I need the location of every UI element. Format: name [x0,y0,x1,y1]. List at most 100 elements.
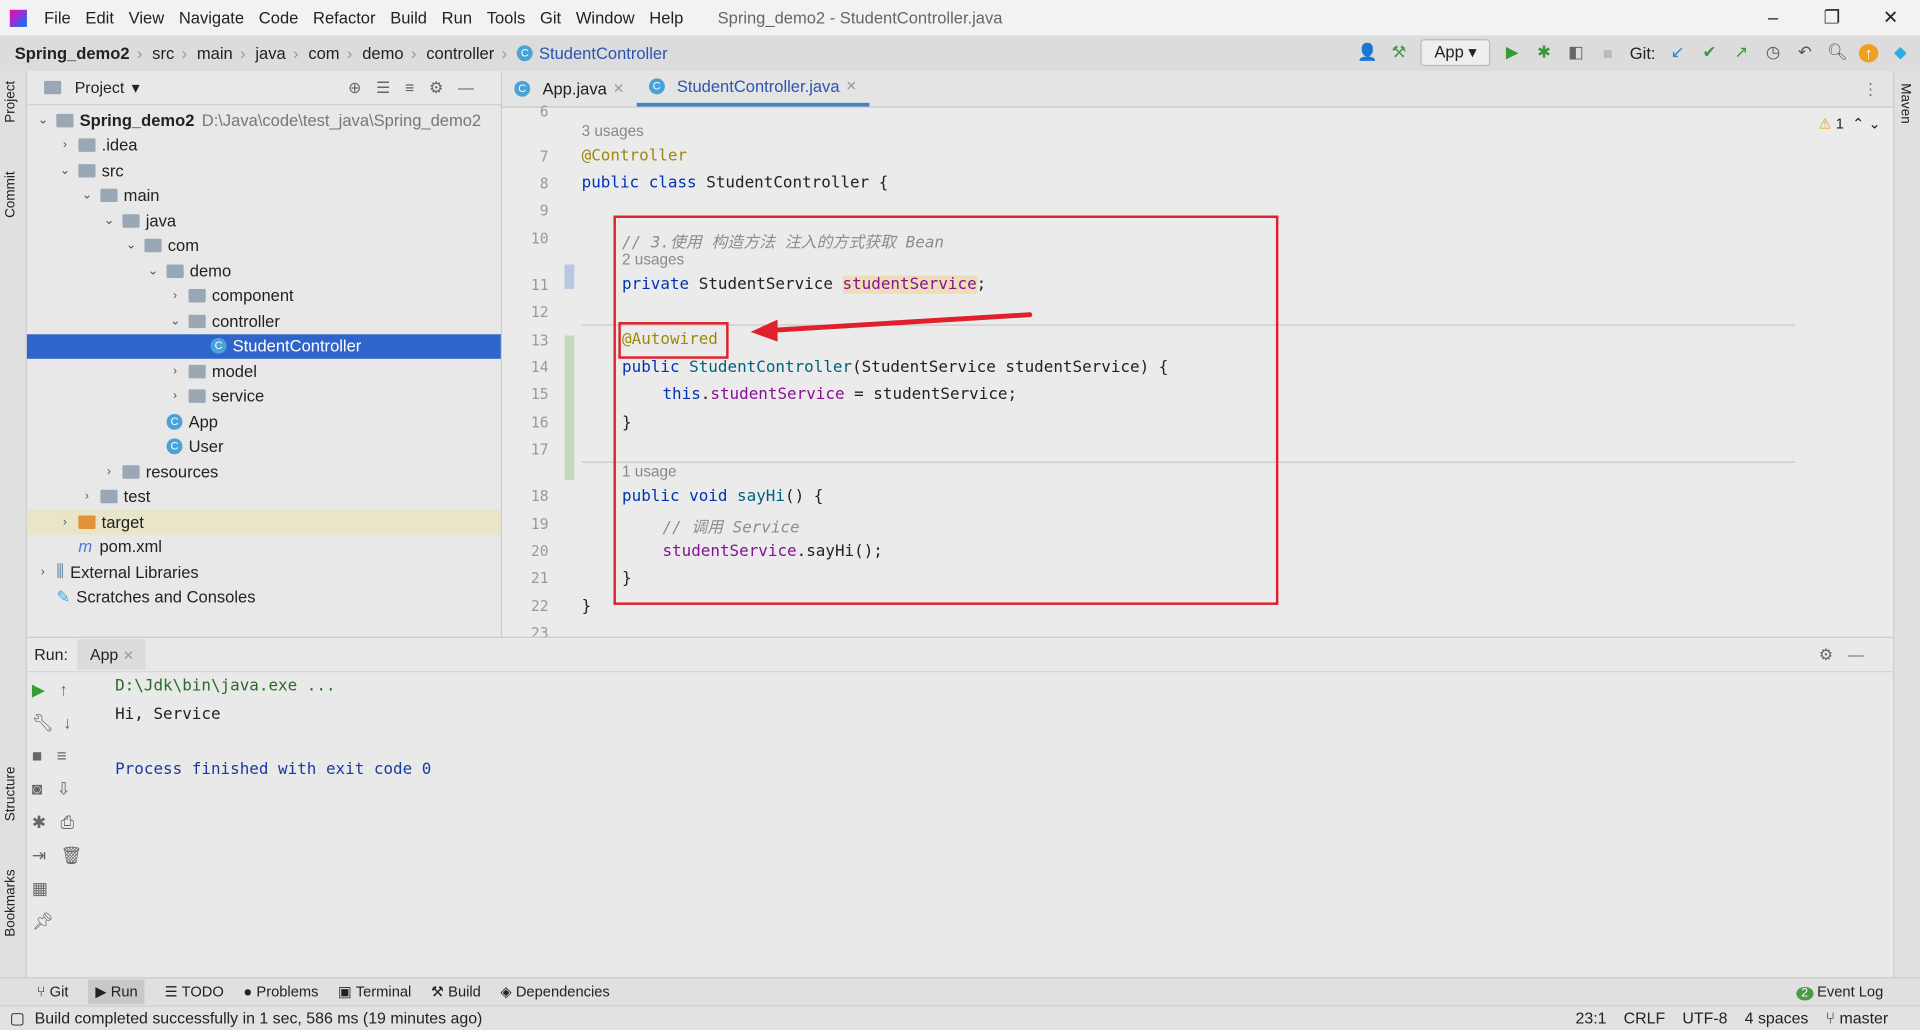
camera-icon[interactable]: ◙ ⇩ [32,779,105,812]
stop-icon[interactable]: ■ [1598,43,1618,61]
menu-git[interactable]: Git [540,9,561,27]
run-tab-app[interactable]: App ✕ [77,639,147,670]
debug-icon[interactable]: ✱ [1534,43,1554,63]
update-icon[interactable]: ↑ [1858,43,1879,62]
tree-item[interactable]: C App [27,409,501,434]
toolbox-icon[interactable]: ◆ [1891,43,1911,63]
minimize-button[interactable]: – [1744,0,1803,36]
history-icon[interactable]: ◷ [1763,43,1783,63]
tree-item[interactable]: ✎ Scratches and Consoles [27,585,501,610]
tree-item[interactable]: m pom.xml [27,534,501,559]
git-branch[interactable]: ⑂ master [1826,1009,1889,1027]
breadcrumb-item[interactable]: Spring_demo2 [15,44,130,62]
tab-app-java[interactable]: C App.java ✕ [502,70,636,107]
tool-terminal[interactable]: ▣ Terminal [338,983,411,1000]
line-separator[interactable]: CRLF [1624,1009,1666,1027]
pin-icon[interactable]: 📌︎ [32,911,105,944]
menu-refactor[interactable]: Refactor [313,9,375,27]
tree-item[interactable]: › .idea [27,133,501,158]
project-icon [44,80,62,95]
git-update-icon[interactable]: ↙ [1668,43,1688,63]
print-icon[interactable]: ✱ ⎙ [32,812,105,845]
project-view-select[interactable]: Project [75,78,125,96]
tool-tab-structure[interactable]: Structure [4,767,19,822]
trash-icon[interactable]: ⇥ 🗑︎ [32,845,105,878]
tool-run[interactable]: ▶ Run [88,979,146,1005]
tree-item[interactable]: › service [27,384,501,409]
tree-item[interactable]: ⌄ com [27,233,501,258]
tree-item[interactable]: › model [27,359,501,384]
stop-icon[interactable]: ■ ≡ [32,746,105,779]
menu-build[interactable]: Build [390,9,427,27]
project-panel: Project ▾ ⊕☰≡⚙— ⌄ Spring_demo2 D:\Java\co… [26,71,503,637]
build-hammer-icon[interactable]: ⚒ [1389,43,1409,63]
git-push-icon[interactable]: ↗ [1731,43,1751,63]
tool-tab-maven[interactable]: Maven [1898,83,1913,123]
class-icon: C [166,413,183,430]
breadcrumb-item[interactable]: src [152,44,174,62]
tree-item[interactable]: › test [27,484,501,509]
restore-button[interactable]: ❐ [1802,0,1861,36]
tool-git[interactable]: ⑂ Git [37,983,69,1000]
search-icon[interactable]: 🔍︎ [1827,43,1848,63]
file-encoding[interactable]: UTF-8 [1682,1009,1727,1027]
tree-item[interactable]: ⌄ main [27,183,501,208]
tree-root[interactable]: ⌄ Spring_demo2 D:\Java\code\test_java\Sp… [27,108,501,133]
more-tabs-icon[interactable]: ⋮ [1862,79,1878,99]
run-icon[interactable]: ▶ [1502,43,1522,63]
run-config-select[interactable]: App ▾ [1420,39,1491,67]
tree-item[interactable]: › target [26,509,501,535]
tool-tab-project[interactable]: Project [4,81,19,123]
menu-run[interactable]: Run [442,9,472,27]
menu-code[interactable]: Code [259,9,299,27]
breadcrumb-item[interactable]: com [308,44,339,62]
menu-window[interactable]: Window [576,9,635,27]
close-button[interactable]: ✕ [1861,0,1920,36]
menu-help[interactable]: Help [649,9,683,27]
user-icon[interactable]: 👤 [1357,43,1378,63]
breadcrumb-item[interactable]: demo [362,44,403,62]
menu-edit[interactable]: Edit [85,9,113,27]
console-output[interactable]: D:\Jdk\bin\java.exe ... Hi, Service Proc… [115,677,431,787]
project-panel-actions[interactable]: ⊕☰≡⚙— [348,78,489,98]
tool-tab-commit[interactable]: Commit [4,171,19,217]
tree-item[interactable]: ⌄ demo [27,258,501,283]
caret-position[interactable]: 23:1 [1576,1009,1607,1027]
tree-item[interactable]: C StudentController [26,333,501,359]
tree-item[interactable]: ⌄ src [27,158,501,183]
coverage-icon[interactable]: ◧ [1566,43,1586,63]
tree-item[interactable]: C User [27,434,501,459]
menu-view[interactable]: View [129,9,165,27]
close-tab-icon[interactable]: ✕ [613,80,624,96]
git-commit-icon[interactable]: ✔ [1700,43,1720,63]
tab-studentcontroller-java[interactable]: C StudentController.java ✕ [636,70,870,107]
tool-tab-bookmarks[interactable]: Bookmarks [4,869,19,936]
layout-icon[interactable]: ▦ [32,878,105,911]
event-log-button[interactable]: 2 Event Log [1796,983,1883,1001]
tree-item[interactable]: › component [27,283,501,308]
breadcrumb-item[interactable]: main [197,44,233,62]
tool-build[interactable]: ⚒ Build [431,983,481,1000]
menu-navigate[interactable]: Navigate [179,9,244,27]
menu-file[interactable]: File [44,9,71,27]
tool-problems[interactable]: ● Problems [243,983,318,1000]
menu-tools[interactable]: Tools [487,9,526,27]
ide-window: File Edit View Navigate Code Refactor Bu… [0,0,1920,1030]
breadcrumb-item[interactable]: StudentController [539,44,668,62]
run-panel-settings-icon[interactable]: ⚙— [1819,645,1879,665]
tool-dependencies[interactable]: ◈ Dependencies [500,983,609,1000]
tool-todo[interactable]: ☰ TODO [165,983,224,1000]
status-message[interactable]: Build completed successfully in 1 sec, 5… [35,1009,483,1027]
tree-item[interactable]: ⌄ controller [27,309,501,334]
rerun-icon[interactable]: ▶ ↑ [32,680,105,713]
tree-item[interactable]: › ⫼ External Libraries [27,560,501,585]
breadcrumb-item[interactable]: controller [426,44,494,62]
indent-setting[interactable]: 4 spaces [1745,1009,1809,1027]
close-tab-icon[interactable]: ✕ [846,78,857,95]
tree-item[interactable]: › resources [27,459,501,484]
tree-item[interactable]: ⌄ java [27,208,501,233]
code-area[interactable]: 3 usages @Controller public class Studen… [581,108,1893,637]
rollback-icon[interactable]: ↶ [1795,43,1815,63]
modify-config-icon[interactable]: 🔧︎ ↓ [32,713,105,746]
breadcrumb-item[interactable]: java [255,44,285,62]
